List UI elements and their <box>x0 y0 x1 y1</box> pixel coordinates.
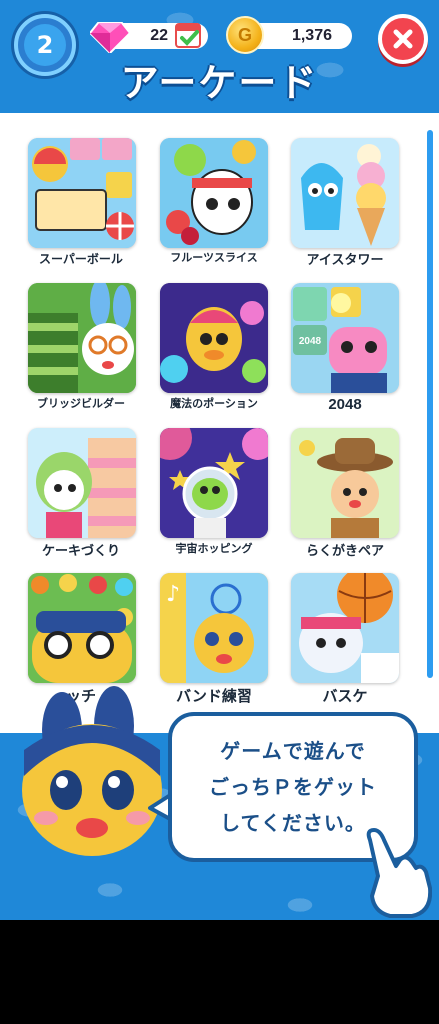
game-tile-bridge-builder[interactable] <box>28 283 136 393</box>
coin-count: 1,376 <box>291 27 332 44</box>
gem-counter: 22 <box>90 22 208 53</box>
tile-number-2048: 2048 <box>299 336 322 347</box>
game-label[interactable]: 宇宙ホッピング <box>149 540 279 556</box>
scrollbar[interactable] <box>427 130 433 678</box>
game-label[interactable]: ケーキづくり <box>16 540 146 559</box>
game-tile-super-ball[interactable] <box>28 138 136 248</box>
game-tile-magic-potion[interactable] <box>160 283 268 393</box>
game-tile-space-hopping[interactable] <box>160 428 268 538</box>
match-art <box>28 573 136 683</box>
band-practice-art: ♪ <box>160 573 268 683</box>
cake-making-art <box>28 428 136 538</box>
coin-counter: G 1,376 <box>226 16 352 54</box>
game-tile-band-practice[interactable]: ♪ <box>160 573 268 683</box>
game-tile-fruit-slice[interactable] <box>160 138 268 248</box>
bridge-builder-art <box>28 283 136 393</box>
game-label[interactable]: アイスタワー <box>280 249 410 268</box>
gem-icon <box>90 22 130 53</box>
game-list-panel[interactable]: スーパーボール フルーツスライス アイスタワー ブリッジビルダー 魔法のポーショ… <box>0 113 439 733</box>
game-label[interactable]: フルーツスライス <box>149 249 279 265</box>
game-label[interactable]: スーパーボール <box>16 250 146 267</box>
game-tile-ice-tower[interactable] <box>291 138 399 248</box>
game-tile-cake-making[interactable] <box>28 428 136 538</box>
game-label[interactable]: 魔法のポーション <box>149 395 279 411</box>
daily-calendar-icon[interactable] <box>174 19 202 49</box>
game-label[interactable]: 2048 <box>280 396 410 413</box>
basketball-art <box>291 573 399 683</box>
speech-line: ごっちＰをゲット <box>209 775 377 799</box>
game-tile-doodle-pair[interactable] <box>291 428 399 538</box>
pointing-hand-icon <box>366 828 432 918</box>
speech-line: ゲームで遊んで <box>220 739 366 763</box>
music-note-icon: ♪ <box>166 582 180 607</box>
game-2048-art: 2048 <box>291 283 399 393</box>
game-label[interactable]: ブリッジビルダー <box>16 395 146 411</box>
speech-line: してください。 <box>220 811 366 835</box>
game-label[interactable]: バスケ <box>280 685 410 706</box>
space-hopping-art <box>160 428 268 538</box>
coin-icon: G <box>226 16 264 54</box>
page-title: アーケード <box>120 61 319 105</box>
close-icon <box>393 29 413 49</box>
super-ball-art <box>28 138 136 248</box>
ice-tower-art <box>291 138 399 248</box>
magic-potion-art <box>160 283 268 393</box>
arcade-screen: 2 22 G 1,376 アーケード スーパーボール フルーツスライス アイスタ… <box>0 0 439 920</box>
fruit-slice-art <box>160 138 268 248</box>
scrollbar-thumb[interactable] <box>427 130 433 678</box>
game-tile-match[interactable] <box>28 573 136 683</box>
game-tile-basketball[interactable] <box>291 573 399 683</box>
mascot-character <box>22 686 162 856</box>
game-label[interactable]: らくがきペア <box>280 540 410 559</box>
doodle-pair-art <box>291 428 399 538</box>
gem-count: 22 <box>150 27 168 44</box>
game-tile-2048[interactable]: 2048 <box>291 283 399 393</box>
